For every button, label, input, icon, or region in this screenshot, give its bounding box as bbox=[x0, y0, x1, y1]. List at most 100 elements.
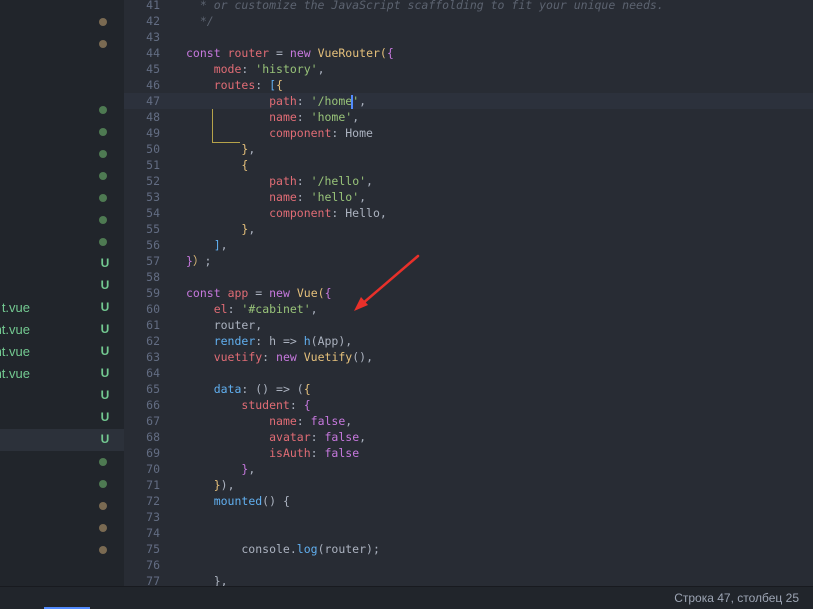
line-number: 44 bbox=[146, 46, 160, 60]
code-token: isAuth bbox=[269, 446, 311, 460]
sidebar-file-row[interactable]: U bbox=[0, 429, 124, 451]
sidebar-file-row[interactable] bbox=[0, 55, 124, 77]
code-line[interactable]: 63 vuetify: new Vuetify(), bbox=[124, 349, 813, 365]
code-text: router, bbox=[186, 317, 262, 333]
code-line[interactable]: 55 }, bbox=[124, 221, 813, 237]
code-line[interactable]: 50 }, bbox=[124, 141, 813, 157]
cursor-position[interactable]: Строка 47, столбец 25 bbox=[674, 591, 799, 605]
code-line[interactable]: 64 bbox=[124, 365, 813, 381]
sidebar-file-row[interactable] bbox=[0, 33, 124, 55]
code-token: new bbox=[276, 350, 297, 364]
sidebar-file-row[interactable]: ponent.vue U bbox=[0, 341, 124, 363]
code-line[interactable]: 62 render: h => h(App), bbox=[124, 333, 813, 349]
code-token: log bbox=[296, 542, 318, 556]
code-line[interactable]: 69 isAuth: false bbox=[124, 445, 813, 461]
code-editor[interactable]: 41 * or customize the JavaScript scaffol… bbox=[124, 0, 813, 586]
code-line[interactable]: 76 bbox=[124, 557, 813, 573]
sidebar-file-row[interactable] bbox=[0, 99, 124, 121]
sidebar-file-row[interactable]: U bbox=[0, 407, 124, 429]
code-line[interactable]: 58 bbox=[124, 269, 813, 285]
line-number: 60 bbox=[146, 302, 160, 316]
sidebar-file-row[interactable] bbox=[0, 143, 124, 165]
code-token: mounted bbox=[213, 494, 263, 508]
code-line[interactable]: 46 routes: [{ bbox=[124, 77, 813, 93]
code-token: Vuetify bbox=[303, 350, 353, 364]
code-token: } bbox=[186, 254, 193, 268]
sidebar-file-row[interactable] bbox=[0, 451, 124, 473]
code-text: component: Hello, bbox=[186, 205, 387, 221]
sidebar-file-row[interactable] bbox=[0, 473, 124, 495]
code-line[interactable]: 49 component: Home bbox=[124, 125, 813, 141]
git-status-dot-icon bbox=[99, 128, 107, 136]
code-token: , bbox=[359, 94, 367, 108]
code-line[interactable]: 73 bbox=[124, 509, 813, 525]
code-line[interactable]: 47 path: '/home', bbox=[124, 93, 813, 109]
file-name: nt.vue bbox=[0, 366, 30, 381]
code-line[interactable]: 59 const app = new Vue({ bbox=[124, 285, 813, 301]
code-line[interactable]: 66 student: { bbox=[124, 397, 813, 413]
code-text: }）; bbox=[186, 253, 211, 269]
line-number: 45 bbox=[146, 62, 160, 76]
sidebar-file-row[interactable] bbox=[0, 77, 124, 99]
code-line[interactable]: 72 mounted() { bbox=[124, 493, 813, 509]
sidebar-file-row[interactable] bbox=[0, 209, 124, 231]
code-line[interactable]: 61 router, bbox=[124, 317, 813, 333]
sidebar-file-row[interactable] bbox=[0, 11, 124, 33]
code-token: VueRouter bbox=[317, 46, 380, 60]
sidebar-file-row[interactable] bbox=[0, 231, 124, 253]
code-line[interactable]: 65 data: () => ({ bbox=[124, 381, 813, 397]
sidebar-file-row[interactable] bbox=[0, 495, 124, 517]
sidebar-file-row[interactable]: nt.vue U bbox=[0, 319, 124, 341]
sidebar-file-row[interactable]: U bbox=[0, 385, 124, 407]
code-line[interactable]: 44 const router = new VueRouter({ bbox=[124, 45, 813, 61]
code-line[interactable]: 71 }), bbox=[124, 477, 813, 493]
file-name: nt.vue bbox=[0, 322, 30, 337]
code-line[interactable]: 74 bbox=[124, 525, 813, 541]
code-line[interactable]: 60 el: '#cabinet', bbox=[124, 301, 813, 317]
sidebar-file-row[interactable]: U bbox=[0, 253, 124, 275]
git-status-dot-icon bbox=[99, 238, 107, 246]
git-status-dot-icon bbox=[99, 172, 107, 180]
code-line[interactable]: 75 console.log(router); bbox=[124, 541, 813, 557]
line-number: 67 bbox=[146, 414, 160, 428]
status-bar: Строка 47, столбец 25 bbox=[0, 586, 813, 609]
sidebar-file-row[interactable] bbox=[0, 539, 124, 561]
code-line[interactable]: 70 }, bbox=[124, 461, 813, 477]
code-line[interactable]: 53 name: 'hello', bbox=[124, 189, 813, 205]
sidebar-file-row[interactable] bbox=[0, 165, 124, 187]
code-line[interactable]: 45 mode: 'history', bbox=[124, 61, 813, 77]
code-line[interactable]: 52 path: '/hello', bbox=[124, 173, 813, 189]
code-line[interactable]: 51 { bbox=[124, 157, 813, 173]
code-text: mode: 'history', bbox=[186, 61, 325, 77]
code-line[interactable]: 67 name: false, bbox=[124, 413, 813, 429]
code-line[interactable]: 57 }）; bbox=[124, 253, 813, 269]
code-line[interactable]: 42 */ bbox=[124, 13, 813, 29]
sidebar-file-row[interactable]: U bbox=[0, 275, 124, 297]
line-number: 76 bbox=[146, 558, 160, 572]
git-status-dot-icon bbox=[99, 502, 107, 510]
sidebar-file-row[interactable] bbox=[0, 187, 124, 209]
code-token: , bbox=[352, 110, 360, 124]
code-line[interactable]: 77 }, bbox=[124, 573, 813, 586]
code-line[interactable]: 43 bbox=[124, 29, 813, 45]
sidebar-file-row[interactable] bbox=[0, 121, 124, 143]
code-line[interactable]: 48 name: 'home', bbox=[124, 109, 813, 125]
code-text: name: 'hello', bbox=[186, 189, 366, 205]
code-line[interactable]: 41 * or customize the JavaScript scaffol… bbox=[124, 0, 813, 13]
git-status-dot-icon bbox=[99, 18, 107, 26]
sidebar-file-row[interactable]: t.vue U bbox=[0, 297, 124, 319]
code-token: : bbox=[296, 110, 311, 124]
sidebar-file-row[interactable] bbox=[0, 517, 124, 539]
line-number: 57 bbox=[146, 254, 160, 268]
sidebar-file-row[interactable]: nt.vue U bbox=[0, 363, 124, 385]
code-line[interactable]: 54 component: Hello, bbox=[124, 205, 813, 221]
line-number: 58 bbox=[146, 270, 160, 284]
git-status-dot-icon bbox=[99, 216, 107, 224]
git-status-dot-icon bbox=[99, 40, 107, 48]
code-line[interactable]: 56 ], bbox=[124, 237, 813, 253]
code-line[interactable]: 68 avatar: false, bbox=[124, 429, 813, 445]
